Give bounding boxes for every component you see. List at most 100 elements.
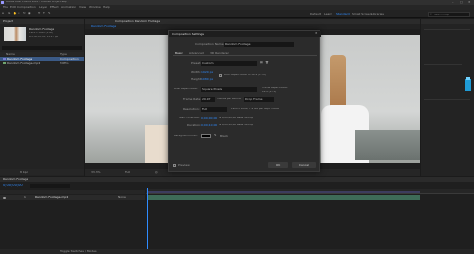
pixel-aspect-value: Square Pixels [202, 87, 223, 91]
frame-aspect-label: Frame Aspect Ratio: [262, 87, 289, 89]
toggle-switches-label[interactable]: Toggle Switches / Modes [60, 250, 97, 253]
dialog-tabs: Basic Advanced 3D Renderer [173, 51, 317, 56]
project-panel: Project Random Footage 1920 x 1080 (1.00… [0, 19, 84, 176]
composition-settings-dialog: Composition Settings ✕ Composition Name:… [168, 30, 321, 172]
layer-header [0, 190, 145, 194]
column-name[interactable]: Name [6, 53, 15, 56]
work-area-bar[interactable] [148, 191, 420, 193]
frame-aspect-value: 16:9 (1.78) [262, 91, 277, 93]
search-help-input[interactable]: ⌕ Search Help [428, 11, 470, 17]
preview-checkbox[interactable] [173, 164, 176, 167]
menu-edit[interactable]: Edit [10, 6, 16, 9]
project-comp-meta2: Δ 0;00;10;00, 29.97 fps [29, 36, 59, 38]
brush-tool-icon[interactable]: ✎ [48, 12, 51, 15]
comp-name-value: Random Footage [225, 42, 251, 46]
project-footer: 8 bpc [0, 169, 84, 175]
pen-tool-icon[interactable]: ✒ [38, 12, 41, 15]
menu-effect[interactable]: Effect [50, 6, 59, 9]
home-icon[interactable]: ⌂ [2, 12, 4, 15]
cancel-button[interactable]: Cancel [292, 162, 316, 168]
workspace-learn[interactable]: Learn [324, 13, 332, 16]
preview-label: Preview [178, 164, 190, 167]
camera-tool-icon[interactable]: ◉ [28, 12, 31, 15]
frame-rate-select[interactable]: 29.97 [201, 97, 215, 102]
frame-rate-unit: frames per second [217, 98, 242, 100]
timeline-timecode[interactable]: 0;00;00;00 [3, 184, 23, 188]
search-icon: ⌕ [430, 13, 432, 16]
footage-icon [3, 61, 6, 65]
viewer-subtab[interactable]: Random Footage [91, 25, 116, 28]
close-icon[interactable]: ✕ [468, 1, 471, 4]
dialog-close-icon[interactable]: ✕ [315, 32, 318, 35]
resolution-select[interactable]: Full [201, 107, 227, 112]
timeline-tab[interactable]: Random Footage [3, 178, 28, 181]
start-timecode-value[interactable]: 0;00;00;00 [201, 117, 217, 120]
workspace-small-screen[interactable]: Small Screen [352, 13, 372, 16]
preview-controls [424, 64, 462, 84]
camera-icon[interactable]: ◎ [155, 171, 158, 174]
workspace-libraries[interactable]: Libraries [371, 13, 384, 16]
workspace-standard[interactable]: Standard [336, 13, 350, 16]
toolbar: ⌂ ➤ ✋ ⌕ ↻ ◉ ✒ T ✎ Default Learn Standard… [0, 10, 474, 18]
lock-aspect-checkbox[interactable] [219, 74, 222, 77]
background-color-swatch[interactable] [201, 134, 211, 138]
menu-view[interactable]: View [79, 6, 86, 9]
start-timecode-label: Start Timecode: [179, 117, 200, 119]
save-preset-icon[interactable]: ▤ [260, 61, 263, 64]
effects-panel [424, 99, 470, 139]
bpc-label[interactable]: 8 bpc [20, 171, 28, 174]
menu-composition[interactable]: Composition [17, 6, 36, 9]
workspace-default[interactable]: Default [310, 13, 321, 16]
preset-label: Preset: [191, 62, 202, 65]
ok-button[interactable]: OK [268, 162, 288, 168]
skyline [355, 130, 420, 160]
layer-name: Random Footage.mp4 [35, 196, 69, 199]
audio-meter [465, 79, 471, 91]
tab-3d-renderer[interactable]: 3D Renderer [210, 52, 229, 55]
eyedropper-icon[interactable]: ✎ [214, 134, 217, 137]
drop-frame-value: Drop Frame [245, 97, 263, 101]
preset-select[interactable]: Custom [201, 61, 257, 66]
composition-icon [3, 57, 6, 61]
minimize-icon[interactable]: – [452, 1, 454, 4]
menu-file[interactable]: File [3, 6, 8, 9]
tab-advanced[interactable]: Advanced [189, 52, 204, 55]
layer-parent[interactable]: None [118, 196, 126, 199]
info-panel-tab[interactable] [421, 19, 474, 24]
drop-frame-select[interactable]: Drop Frame [244, 97, 274, 102]
timeline-search-input[interactable] [30, 184, 70, 188]
delete-preset-icon[interactable]: 🗑 [265, 61, 269, 64]
menu-animation[interactable]: Animation [61, 6, 76, 9]
timeline-panel: Random Footage 0;00;00;00 1 Random Foota… [0, 177, 474, 254]
layer-row[interactable]: 1 Random Footage.mp4 None [0, 195, 145, 200]
rotate-tool-icon[interactable]: ↻ [23, 12, 26, 15]
menu-window[interactable]: Window [89, 6, 101, 9]
background-color-label: Background Color: [174, 135, 198, 137]
duration-value[interactable]: 0;00;10;00 [201, 124, 217, 127]
hand-tool-icon[interactable]: ✋ [13, 12, 17, 15]
zoom-level[interactable]: 33.3% [91, 171, 101, 174]
viewer-subtab-bar: Random Footage [85, 24, 420, 29]
column-type[interactable]: Type [60, 53, 67, 56]
width-label: Width: [191, 71, 201, 74]
zoom-tool-icon[interactable]: ⌕ [18, 12, 20, 15]
tab-basic[interactable]: Basic [175, 52, 183, 55]
project-search-input[interactable] [2, 46, 82, 50]
text-tool-icon[interactable]: T [43, 12, 45, 15]
height-value[interactable]: 1080 px [201, 78, 213, 81]
comp-name-field[interactable]: Random Footage [224, 42, 294, 47]
project-comp-meta: 1920 x 1080 (1.00) [29, 32, 54, 34]
project-item-row[interactable]: Random Footage.mp4 MPEG [0, 61, 84, 65]
maximize-icon[interactable]: □ [460, 1, 463, 4]
project-tab[interactable]: Project [0, 19, 84, 24]
quality-level[interactable]: Full [125, 171, 130, 174]
right-panels [421, 19, 474, 176]
visibility-icon[interactable] [3, 196, 6, 199]
selection-tool-icon[interactable]: ➤ [8, 12, 11, 15]
menu-help[interactable]: Help [103, 6, 110, 9]
viewer-tab[interactable]: Composition Random Footage [115, 20, 160, 23]
menu-layer[interactable]: Layer [39, 6, 47, 9]
width-value[interactable]: 1920 px [201, 71, 213, 74]
pixel-aspect-select[interactable]: Square Pixels [201, 87, 257, 92]
layer-bar[interactable] [148, 195, 420, 200]
